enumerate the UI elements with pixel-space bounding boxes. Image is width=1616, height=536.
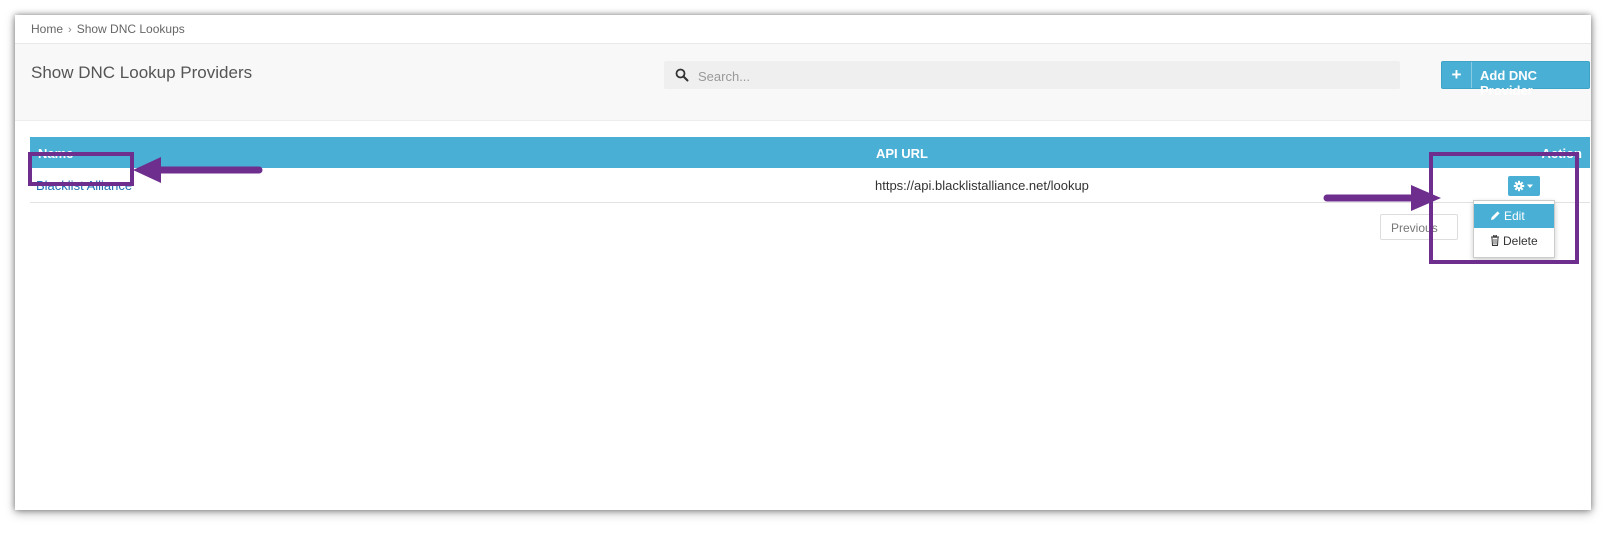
breadcrumb: Home › Show DNC Lookups <box>31 22 185 36</box>
gear-icon <box>1513 180 1533 192</box>
menu-item-edit[interactable]: Edit <box>1474 204 1554 228</box>
column-header-api-url[interactable]: API URL <box>876 146 928 161</box>
menu-item-delete-label: Delete <box>1503 234 1538 248</box>
column-header-name[interactable]: Name <box>38 146 73 161</box>
breadcrumb-current: Show DNC Lookups <box>76 22 185 36</box>
page-header: Show DNC Lookup Providers + Add DNC Prov… <box>15 44 1591 121</box>
trash-icon <box>1491 235 1499 246</box>
breadcrumb-bar: Home › Show DNC Lookups <box>15 15 1591 44</box>
search-input[interactable] <box>696 65 1390 87</box>
page-title: Show DNC Lookup Providers <box>31 63 253 82</box>
pencil-icon <box>1491 211 1500 220</box>
action-dropdown-menu: Edit Delete <box>1473 200 1555 258</box>
search-box[interactable] <box>664 61 1400 89</box>
menu-item-delete[interactable]: Delete <box>1474 229 1554 253</box>
caret-down-icon <box>1527 184 1533 188</box>
providers-table: Name API URL Action Blacklist Alliance h… <box>30 137 1590 203</box>
table-header: Name API URL Action <box>30 137 1590 168</box>
table-row: Blacklist Alliance https://api.blacklist… <box>30 168 1590 203</box>
breadcrumb-separator: › <box>68 24 72 36</box>
plus-icon: + <box>1442 62 1472 88</box>
pagination-previous-label: Previous <box>1391 221 1438 235</box>
menu-item-edit-label: Edit <box>1504 209 1525 223</box>
search-icon <box>675 68 689 82</box>
row-action-button[interactable] <box>1508 176 1540 196</box>
column-header-action: Action <box>1541 146 1582 161</box>
breadcrumb-home[interactable]: Home <box>31 22 63 36</box>
add-button-label: Add DNC Provider <box>1480 68 1538 98</box>
app-window: Home › Show DNC Lookups Show DNC Lookup Pr… <box>15 15 1591 510</box>
pagination-previous[interactable]: Previous <box>1380 214 1458 240</box>
provider-name-link[interactable]: Blacklist Alliance <box>36 178 132 193</box>
provider-api-url: https://api.blacklistalliance.net/lookup <box>875 178 1089 193</box>
add-dnc-provider-button[interactable]: + Add DNC Provider <box>1441 61 1590 98</box>
